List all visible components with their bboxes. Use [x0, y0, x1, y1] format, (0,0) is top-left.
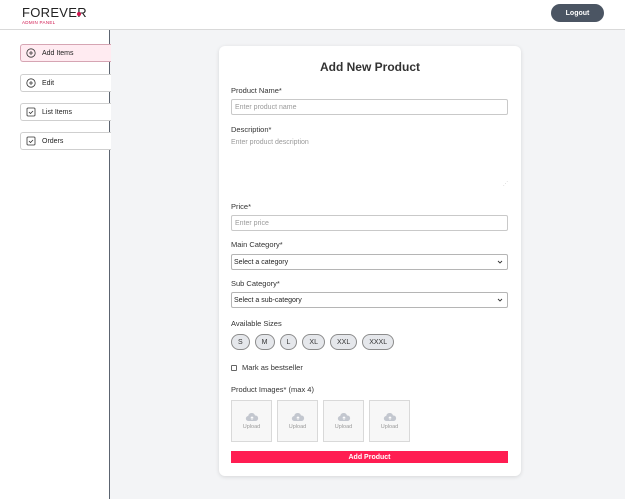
sizes-label: Available Sizes — [231, 319, 282, 328]
plus-circle-icon — [26, 48, 36, 58]
sidebar-item-label: Orders — [42, 137, 64, 145]
size-m-button[interactable]: M — [254, 334, 275, 350]
sidebar-item-label: Add Items — [42, 49, 74, 57]
main-category-select[interactable]: Select a category — [231, 254, 508, 270]
cloud-upload-icon — [245, 413, 258, 422]
add-product-form: Add New Product Product Name* Enter prod… — [219, 46, 521, 476]
sub-category-select[interactable]: Select a sub-category — [231, 292, 508, 308]
main-category-value: Select a category — [234, 258, 289, 266]
description-label: Description* — [231, 125, 272, 134]
size-s-button[interactable]: S — [231, 334, 250, 350]
logo-dot — [77, 12, 81, 16]
bestseller-label: Mark as bestseller — [242, 363, 303, 372]
price-label: Price* — [231, 202, 252, 211]
sub-category-value: Select a sub-category — [234, 296, 302, 304]
checkbox-icon — [26, 136, 36, 146]
resize-handle-icon[interactable]: ⋰ — [503, 181, 508, 187]
images-label: Product Images* (max 4) — [231, 385, 314, 394]
logo-subtitle: ADMIN PANEL — [22, 20, 56, 25]
upload-slot-3[interactable]: Upload — [323, 400, 364, 442]
description-input[interactable]: Enter product description ⋰ — [231, 139, 508, 187]
upload-slot-4[interactable]: Upload — [369, 400, 410, 442]
upload-label: Upload — [242, 424, 261, 430]
checkbox-icon — [26, 107, 36, 117]
logout-button[interactable]: Logout — [551, 4, 604, 22]
upload-slot-2[interactable]: Upload — [277, 400, 318, 442]
upload-label: Upload — [288, 424, 307, 430]
cloud-upload-icon — [383, 413, 396, 422]
bestseller-row: Mark as bestseller — [231, 363, 303, 372]
page-title: Add New Product — [319, 60, 420, 74]
sidebar-item-orders[interactable]: Orders — [20, 132, 111, 150]
cloud-upload-icon — [337, 413, 350, 422]
chevron-down-icon — [497, 298, 503, 302]
logo: FOREVER ADMIN PANEL — [22, 6, 87, 25]
size-xxl-button[interactable]: XXL — [329, 334, 358, 350]
upload-slot-1[interactable]: Upload — [231, 400, 272, 442]
upload-label: Upload — [380, 424, 399, 430]
price-input[interactable]: Enter price — [231, 215, 508, 231]
size-options: S M L XL XXL XXXL — [231, 334, 395, 350]
main-category-label: Main Category* — [231, 240, 283, 249]
top-header: FOREVER ADMIN PANEL Logout — [0, 0, 625, 30]
bestseller-checkbox[interactable] — [231, 364, 237, 371]
product-name-label: Product Name* — [231, 86, 282, 95]
add-product-button[interactable]: Add Product — [231, 451, 508, 463]
sidebar: Add Items Edit List Items Orders — [0, 30, 111, 499]
plus-circle-icon — [26, 78, 36, 88]
size-l-button[interactable]: L — [279, 334, 298, 350]
sidebar-item-edit[interactable]: Edit — [20, 74, 111, 92]
size-xl-button[interactable]: XL — [302, 334, 325, 350]
sidebar-item-add-items[interactable]: Add Items — [20, 44, 111, 62]
sidebar-item-list-items[interactable]: List Items — [20, 103, 111, 121]
chevron-down-icon — [497, 260, 503, 264]
product-name-input[interactable]: Enter product name — [231, 99, 508, 115]
image-uploads: Upload Upload Upload Upload — [231, 400, 410, 442]
cloud-upload-icon — [291, 413, 304, 422]
sidebar-item-label: List Items — [42, 108, 72, 116]
description-placeholder: Enter product description — [231, 139, 309, 146]
sidebar-item-label: Edit — [42, 79, 55, 87]
upload-label: Upload — [334, 424, 353, 430]
size-xxxl-button[interactable]: XXXL — [362, 334, 395, 350]
sub-category-label: Sub Category* — [231, 279, 280, 288]
